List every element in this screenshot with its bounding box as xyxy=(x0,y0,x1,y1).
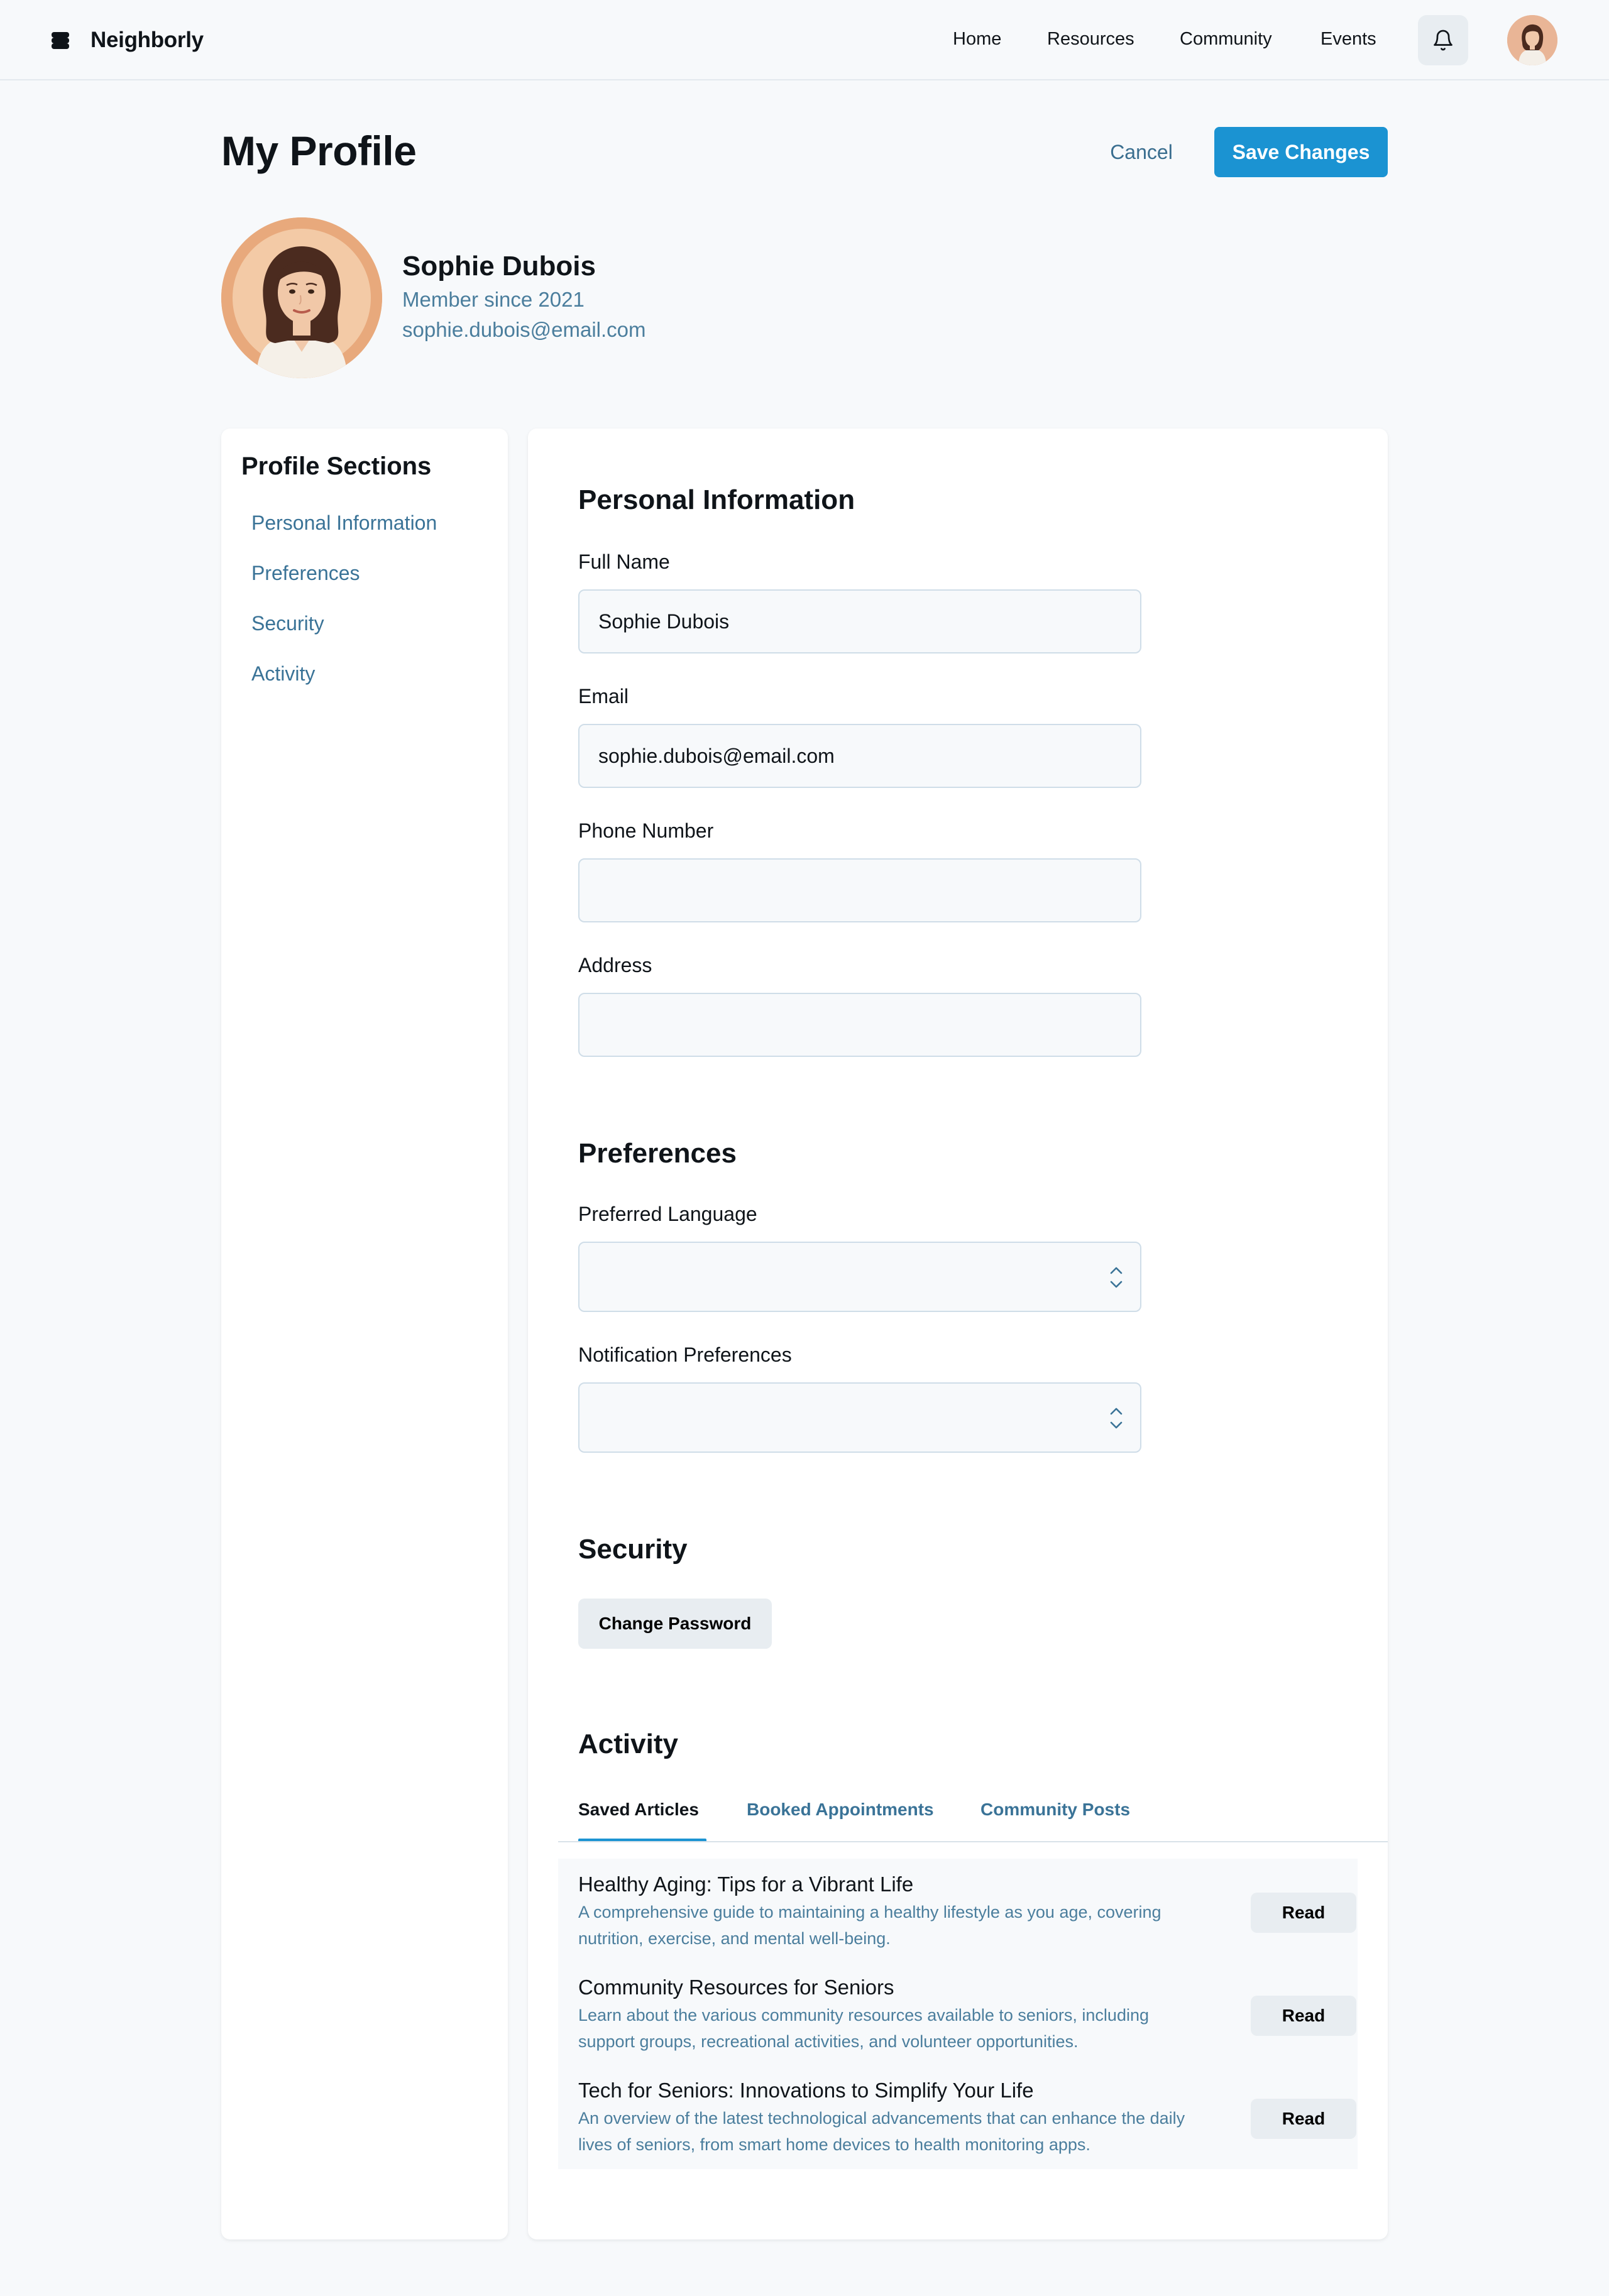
nav-link-home[interactable]: Home xyxy=(953,29,1001,50)
nav-link-community[interactable]: Community xyxy=(1180,29,1272,50)
chevron-up-down-icon xyxy=(1110,1408,1123,1429)
phone-number-label: Phone Number xyxy=(578,819,714,842)
sidebar-item-activity[interactable]: Activity xyxy=(251,661,315,686)
read-article-button[interactable]: Read xyxy=(1251,1996,1356,2036)
phone-number-input[interactable] xyxy=(578,858,1141,922)
list-item: Healthy Aging: Tips for a Vibrant Life A… xyxy=(578,1871,1356,1959)
notification-preferences-label: Notification Preferences xyxy=(578,1343,792,1366)
app-name: Neighborly xyxy=(91,28,204,52)
top-navigation: Neighborly Home Resources Community Even… xyxy=(0,0,1609,80)
preferred-language-select[interactable] xyxy=(578,1242,1141,1312)
activity-tabs: Saved Articles Booked Appointments Commu… xyxy=(528,1782,1388,1845)
tab-saved-articles[interactable]: Saved Articles xyxy=(578,1797,699,1822)
change-password-button[interactable]: Change Password xyxy=(578,1599,772,1649)
full-name-input[interactable]: Sophie Dubois xyxy=(578,589,1141,653)
article-title: Healthy Aging: Tips for a Vibrant Life xyxy=(578,1872,914,1896)
sidebar-item-security[interactable]: Security xyxy=(251,611,324,636)
sidebar-item-preferences[interactable]: Preferences xyxy=(251,560,360,586)
profile-sections-sidebar: Profile Sections Personal Information Pr… xyxy=(221,429,508,2239)
list-item: Tech for Seniors: Innovations to Simplif… xyxy=(578,2077,1356,2165)
profile-avatar xyxy=(221,217,382,378)
read-article-button[interactable]: Read xyxy=(1251,1893,1356,1933)
list-item: Community Resources for Seniors Learn ab… xyxy=(578,1974,1356,2062)
tab-booked-appointments[interactable]: Booked Appointments xyxy=(747,1797,934,1822)
activity-title: Activity xyxy=(578,1729,678,1759)
address-input[interactable] xyxy=(578,993,1141,1057)
stack-logo-icon xyxy=(50,30,70,50)
saved-articles-list: Healthy Aging: Tips for a Vibrant Life A… xyxy=(558,1859,1358,2169)
personal-information-title: Personal Information xyxy=(578,484,855,515)
page-title: My Profile xyxy=(221,128,417,174)
tabs-divider xyxy=(558,1841,1388,1842)
save-changes-button[interactable]: Save Changes xyxy=(1214,127,1388,177)
full-name-label: Full Name xyxy=(578,550,670,573)
article-description: A comprehensive guide to maintaining a h… xyxy=(578,1903,1161,1948)
nav-link-events[interactable]: Events xyxy=(1321,29,1376,50)
sidebar-title: Profile Sections xyxy=(241,452,432,480)
nav-link-resources[interactable]: Resources xyxy=(1047,29,1134,50)
notifications-button[interactable] xyxy=(1418,15,1468,65)
member-since: Member since 2021 xyxy=(402,288,585,311)
email-label: Email xyxy=(578,685,629,708)
cancel-button[interactable]: Cancel xyxy=(1094,128,1189,176)
preferences-title: Preferences xyxy=(578,1138,737,1169)
brand[interactable]: Neighborly xyxy=(50,25,204,55)
avatar-portrait-icon xyxy=(1507,15,1557,65)
sidebar-item-personal-information[interactable]: Personal Information xyxy=(251,510,437,535)
article-title: Community Resources for Seniors xyxy=(578,1976,894,1999)
security-title: Security xyxy=(578,1534,688,1565)
preferred-language-label: Preferred Language xyxy=(578,1203,757,1225)
read-article-button[interactable]: Read xyxy=(1251,2099,1356,2139)
user-avatar[interactable] xyxy=(1507,15,1557,65)
article-description: An overview of the latest technological … xyxy=(578,2109,1185,2154)
bell-icon xyxy=(1434,30,1452,51)
notification-preferences-select[interactable] xyxy=(578,1382,1141,1453)
article-description: Learn about the various community resour… xyxy=(578,2006,1149,2051)
profile-name: Sophie Dubois xyxy=(402,251,596,282)
profile-email: sophie.dubois@email.com xyxy=(402,318,646,341)
address-label: Address xyxy=(578,954,652,976)
profile-portrait-icon xyxy=(221,217,382,378)
email-input[interactable]: sophie.dubois@email.com xyxy=(578,724,1141,788)
tab-community-posts[interactable]: Community Posts xyxy=(980,1797,1130,1822)
article-title: Tech for Seniors: Innovations to Simplif… xyxy=(578,2079,1034,2102)
chevron-up-down-icon xyxy=(1110,1267,1123,1288)
